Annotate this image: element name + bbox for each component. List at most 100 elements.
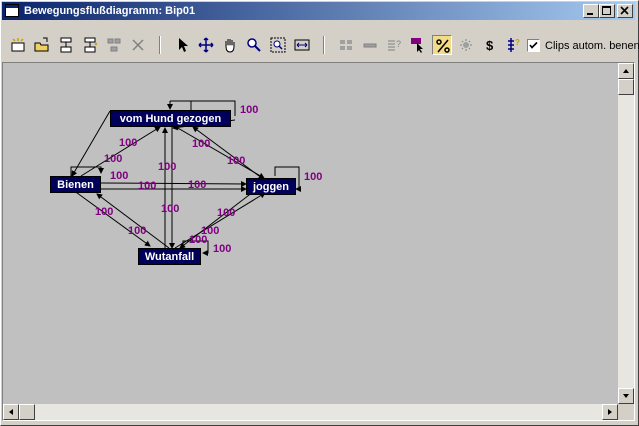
close-button[interactable] bbox=[617, 4, 633, 18]
minimize-icon bbox=[587, 13, 593, 15]
open-node-icon bbox=[34, 37, 49, 52]
transition-weight-label: 100 bbox=[213, 243, 232, 255]
vertical-scroll-thumb[interactable] bbox=[618, 79, 634, 95]
self-loop[interactable] bbox=[70, 166, 104, 176]
transition-arrow[interactable] bbox=[100, 180, 247, 187]
percent-button[interactable] bbox=[432, 35, 452, 55]
title-bar[interactable]: Bewegungsflußdiagramm: Bip01 bbox=[2, 2, 635, 20]
scroll-down-button[interactable] bbox=[618, 388, 634, 404]
transition-arrow[interactable] bbox=[71, 110, 111, 177]
maximize-icon bbox=[602, 6, 611, 15]
arrow-down-icon bbox=[623, 394, 629, 398]
list-properties-icon: ? bbox=[388, 39, 401, 51]
scrollbar-corner bbox=[618, 404, 634, 420]
dollar-button[interactable]: $ bbox=[480, 35, 500, 55]
move-button[interactable] bbox=[196, 35, 216, 55]
group-nodes-icon bbox=[107, 38, 121, 52]
transition-weight-label: 100 bbox=[158, 161, 177, 173]
checkmark-icon bbox=[529, 41, 538, 49]
new-node-icon bbox=[11, 38, 25, 52]
clips-autom-option[interactable]: Clips autom. benen bbox=[527, 39, 639, 52]
zoom-region-icon bbox=[270, 37, 286, 53]
node-joggen[interactable]: joggen bbox=[246, 178, 296, 195]
transition-arrow[interactable] bbox=[72, 189, 151, 247]
fit-width-icon bbox=[294, 39, 310, 51]
add-node-star-icon bbox=[84, 37, 98, 53]
transition-weight-label: 100 bbox=[95, 206, 114, 218]
svg-text:$: $ bbox=[486, 38, 494, 53]
select-arrow-icon bbox=[179, 38, 188, 52]
toolbar: ? $ ? Clips autom. benen bbox=[2, 22, 639, 62]
group-nodes-button[interactable] bbox=[104, 35, 124, 55]
move-icon bbox=[198, 37, 214, 53]
transition-weight-label: 100 bbox=[188, 179, 207, 191]
node-wutanfall[interactable]: Wutanfall bbox=[138, 248, 201, 265]
pan-button[interactable] bbox=[220, 35, 240, 55]
flag-select-button[interactable] bbox=[408, 35, 428, 55]
layout-icon bbox=[340, 40, 352, 50]
transition-weight-label: 100 bbox=[217, 207, 236, 219]
zoom-icon bbox=[247, 38, 261, 52]
node-vom-hund-gezogen[interactable]: vom Hund gezogen bbox=[110, 110, 231, 127]
arrow-left-icon bbox=[9, 409, 13, 415]
toolbar-separator bbox=[159, 36, 161, 54]
script-button[interactable]: ? bbox=[504, 35, 524, 55]
flag-select-icon bbox=[411, 38, 423, 53]
scroll-left-button[interactable] bbox=[3, 404, 19, 420]
delete-icon bbox=[132, 39, 144, 51]
select-button[interactable] bbox=[172, 35, 192, 55]
random-icon bbox=[460, 39, 472, 51]
transition-weight-label: 100 bbox=[138, 180, 157, 192]
motion-flow-canvas[interactable]: vom Hund gezogen Bienen joggen Wutanfall… bbox=[3, 63, 618, 404]
maximize-button[interactable] bbox=[599, 4, 615, 18]
dollar-icon: $ bbox=[486, 38, 494, 53]
clips-autom-label: Clips autom. benen bbox=[545, 39, 639, 52]
scroll-right-button[interactable] bbox=[602, 404, 618, 420]
transition-weight-label: 100 bbox=[128, 225, 147, 237]
zoom-button[interactable] bbox=[244, 35, 264, 55]
pan-hand-icon bbox=[225, 39, 235, 53]
transition-arrow[interactable] bbox=[192, 126, 260, 177]
bar-button[interactable] bbox=[360, 35, 380, 55]
transition-weight-label: 100 bbox=[110, 170, 129, 182]
node-bienen[interactable]: Bienen bbox=[50, 176, 101, 193]
delete-button[interactable] bbox=[128, 35, 148, 55]
script-icon: ? bbox=[508, 38, 520, 52]
transition-weight-label: 100 bbox=[189, 234, 208, 246]
transition-weight-label: 100 bbox=[192, 138, 211, 150]
transition-arrow[interactable] bbox=[96, 193, 170, 249]
zoom-region-button[interactable] bbox=[268, 35, 288, 55]
horizontal-scroll-thumb[interactable] bbox=[19, 404, 35, 420]
list-properties-button[interactable]: ? bbox=[384, 35, 404, 55]
percent-icon bbox=[436, 39, 450, 53]
add-node-star-button[interactable] bbox=[80, 35, 100, 55]
transition-arrow[interactable] bbox=[80, 126, 161, 177]
toolbar-separator bbox=[323, 36, 325, 54]
vertical-scrollbar[interactable] bbox=[618, 63, 634, 404]
window-icon bbox=[5, 4, 19, 17]
transition-lines bbox=[70, 100, 301, 256]
add-node-icon bbox=[60, 37, 72, 53]
transition-weight-label: 100 bbox=[304, 171, 323, 183]
transition-weight-label: 100 bbox=[161, 203, 180, 215]
new-node-button[interactable] bbox=[8, 35, 28, 55]
scroll-up-button[interactable] bbox=[618, 63, 634, 79]
horizontal-scrollbar[interactable] bbox=[3, 404, 618, 420]
transition-weight-label: 100 bbox=[104, 153, 123, 165]
open-node-button[interactable] bbox=[32, 35, 52, 55]
window-title: Bewegungsflußdiagramm: Bip01 bbox=[24, 5, 196, 17]
minimize-button[interactable] bbox=[583, 4, 599, 18]
transition-weight-label: 100 bbox=[119, 137, 138, 149]
bar-icon bbox=[363, 43, 377, 48]
clips-autom-checkbox[interactable] bbox=[527, 39, 540, 52]
layout-button[interactable] bbox=[336, 35, 356, 55]
random-button[interactable] bbox=[456, 35, 476, 55]
add-node-button[interactable] bbox=[56, 35, 76, 55]
transition-weight-label: 100 bbox=[240, 104, 259, 116]
fit-width-button[interactable] bbox=[292, 35, 312, 55]
arrow-up-icon bbox=[623, 69, 629, 73]
svg-text:?: ? bbox=[515, 38, 520, 47]
close-icon bbox=[620, 6, 629, 15]
transition-weight-label: 100 bbox=[227, 155, 246, 167]
arrow-right-icon bbox=[608, 409, 612, 415]
